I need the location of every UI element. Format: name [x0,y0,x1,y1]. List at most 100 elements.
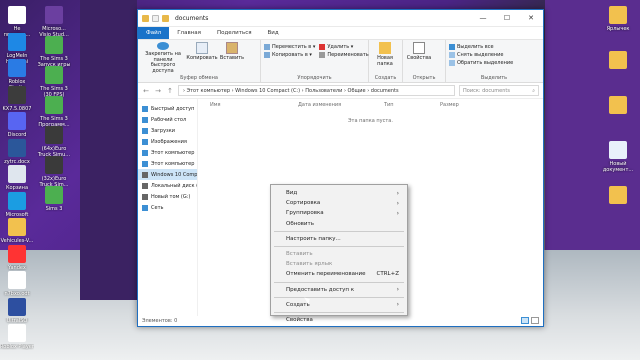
nav-item[interactable]: Сеть [138,202,197,213]
roblox-icon [8,324,26,342]
select-all-label: Выделить все [457,44,494,50]
desktop-icon[interactable]: (32x)Euro Truck Sim... [37,156,71,188]
move-to-button[interactable]: Переместить в ▾ [264,44,315,50]
paste-button[interactable]: Вставить [219,42,245,74]
rename-button[interactable]: Переименовать [319,52,369,58]
context-menu-item[interactable]: Свойства [271,315,407,325]
details-view-button[interactable] [521,317,529,324]
delete-button[interactable]: Удалить ▾ [319,44,368,50]
menu-item-label: Предоставить доступ к [286,286,355,293]
tab-file[interactable]: Файл [138,27,170,39]
search-field[interactable]: Поиск: documents ⌕ [459,85,539,96]
back-button[interactable]: ← [142,87,150,95]
delete-icon [319,44,326,50]
submenu-arrow-icon: › [396,199,399,207]
select-group: Выделить все Снять выделение Обратить вы… [446,40,542,82]
context-menu-item[interactable]: Предоставить доступ к › [271,285,407,295]
desktop-icon[interactable]: (64x)Euro Truck Simu... [37,126,71,158]
select-none-icon [449,52,455,58]
menu-item-label: Вид [286,190,298,197]
tab-view[interactable]: Вид [260,27,287,39]
desktop-icon-label: Ярлычек [606,26,630,32]
quick-access-toolbar [138,14,169,22]
nav-item[interactable]: Локальный диск ( [138,180,197,191]
properties-button[interactable]: Свойства [406,42,432,74]
desktop-icon[interactable]: zytrc.docx [0,138,34,165]
tab-home[interactable]: Главная [169,27,209,39]
title-bar[interactable]: documents — ☐ ✕ [138,10,543,27]
desktop-icon[interactable]: Корзина [0,165,34,191]
menu-item-label: Настроить папку... [286,235,341,242]
maximize-button[interactable]: ☐ [495,10,519,27]
copy-button[interactable]: Копировать [186,42,218,74]
select-all-button[interactable]: Выделить все [449,44,513,50]
wallpaper-block [545,0,640,250]
desktop-icon[interactable]: Roblox Player [0,324,34,350]
column-name[interactable]: Имя [210,102,298,108]
pictures-icon [142,138,148,145]
large-icons-view-button[interactable] [531,317,539,324]
nav-item[interactable]: Новый том (G:) [138,191,197,202]
path-field[interactable]: › Этот компьютер › Windows 10 Compact (C… [178,85,455,96]
desktop-icon[interactable]: Ярлычек [601,6,635,32]
close-button[interactable]: ✕ [519,10,543,27]
context-menu-item[interactable]: Настроить папку... [271,234,407,244]
nav-item[interactable]: Этот компьютер [138,158,197,169]
desktop-icon[interactable] [601,96,635,116]
copy-to-label: Копировать в ▾ [272,52,312,58]
desktop-icon-label: Roblox Player [0,344,34,350]
select-none-button[interactable]: Снять выделение [449,52,513,58]
desktop-icon[interactable]: Sims 3 [37,186,71,212]
desktop-icon[interactable]: Discord [0,112,34,138]
menu-item-label: Отменить переименование [286,271,366,278]
tab-share[interactable]: Поделиться [209,27,260,39]
column-size[interactable]: Размер [440,102,480,108]
invert-selection-button[interactable]: Обратить выделение [449,60,513,66]
column-type[interactable]: Тип [384,102,440,108]
forward-button[interactable]: → [154,87,162,95]
desktop-icon[interactable]: Новый документ... [601,141,635,173]
desktop-icon[interactable]: The Sims 3 Программ... [37,96,71,128]
desktop-icon[interactable] [601,51,635,71]
desktop-icon[interactable]: Yandex [0,244,34,271]
nav-item[interactable]: Этот компьютер [138,147,197,158]
context-menu-item[interactable]: Обновить [271,219,407,229]
nav-item[interactable]: Windows 10 Compa [138,169,197,180]
delete-label: Удалить ▾ [327,44,354,50]
nav-item[interactable]: Загрузки [138,125,197,136]
desktop-icon[interactable] [601,186,635,206]
minimize-button[interactable]: — [471,10,495,27]
rename-label: Переименовать [327,52,369,58]
desktop-icon[interactable]: The Sims 3 Запуск игры [37,36,71,68]
context-menu-item[interactable]: Группировка › [271,208,407,218]
nav-item[interactable]: Рабочий стол [138,114,197,125]
new-folder-button[interactable]: Новая папка [372,42,398,74]
network-icon [142,204,148,211]
context-menu-item[interactable]: Сортировка › [271,198,407,208]
desktop-icon-label: Vehicules-V... [0,238,34,244]
desktop-icon[interactable]: Vehicules-V... [0,218,34,244]
menu-item-label: Сортировка [286,200,321,207]
pin-quick-access-button[interactable]: Закрепить на панели быстрого доступа [141,42,185,74]
desktop-icon[interactable]: The Sims 3 (30 FPS) [37,66,71,98]
invert-selection-label: Обратить выделение [457,60,514,66]
desktop-icon[interactable]: KX7.5.0807 [0,85,34,112]
desktop-icon[interactable]: UltraISO [0,297,34,324]
desktop-icon[interactable]: n7b​xo.odt [0,271,34,297]
menu-separator [274,230,404,232]
context-menu-item[interactable]: Отменить переименование CTRL+Z [271,269,407,279]
up-button[interactable]: ↑ [166,87,174,95]
discord-icon [8,112,26,130]
copy-to-button[interactable]: Копировать в ▾ [264,52,315,58]
context-menu-item[interactable]: Создать › [271,300,407,310]
context-menu-item[interactable]: Вид › [271,188,407,198]
nav-item-label: Сеть [151,204,164,211]
desktop-icon[interactable]: Microso... Visio Stud... [37,6,71,38]
new-folder-quick-icon[interactable] [162,14,169,22]
open-group: Свойства Открыть [403,40,446,82]
column-date[interactable]: Дата изменения [298,102,384,108]
properties-quick-icon[interactable] [152,14,159,22]
nav-item[interactable]: Быстрый доступ [138,103,197,114]
new-group-label: Создать [374,75,397,81]
nav-item[interactable]: Изображения [138,136,197,147]
